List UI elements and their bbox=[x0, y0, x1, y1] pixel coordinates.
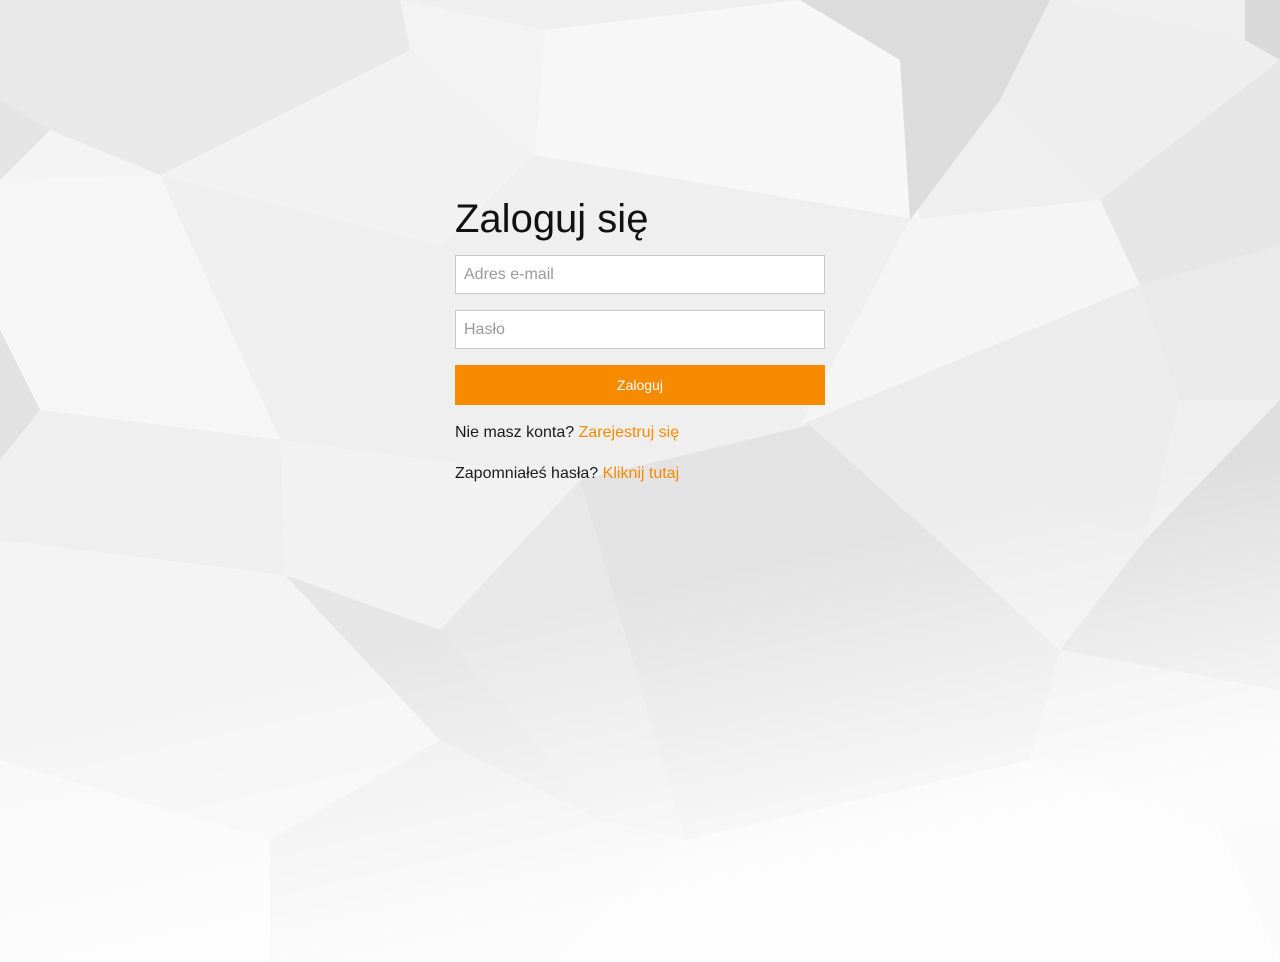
register-line: Nie masz konta? Zarejestruj się bbox=[455, 423, 825, 443]
page-title: Zaloguj się bbox=[455, 197, 649, 241]
register-prompt: Nie masz konta? bbox=[455, 424, 575, 441]
password-field[interactable] bbox=[455, 310, 825, 349]
register-link[interactable]: Zarejestruj się bbox=[579, 424, 679, 441]
forgot-password-line: Zapomniałeś hasła? Kliknij tutaj bbox=[455, 464, 825, 484]
forgot-password-prompt: Zapomniałeś hasła? bbox=[455, 465, 599, 482]
login-button[interactable]: Zaloguj bbox=[455, 365, 825, 405]
forgot-password-link[interactable]: Kliknij tutaj bbox=[603, 465, 679, 482]
login-form: Zaloguj się Zaloguj Nie masz konta? Zare… bbox=[455, 196, 825, 484]
email-field[interactable] bbox=[455, 255, 825, 294]
